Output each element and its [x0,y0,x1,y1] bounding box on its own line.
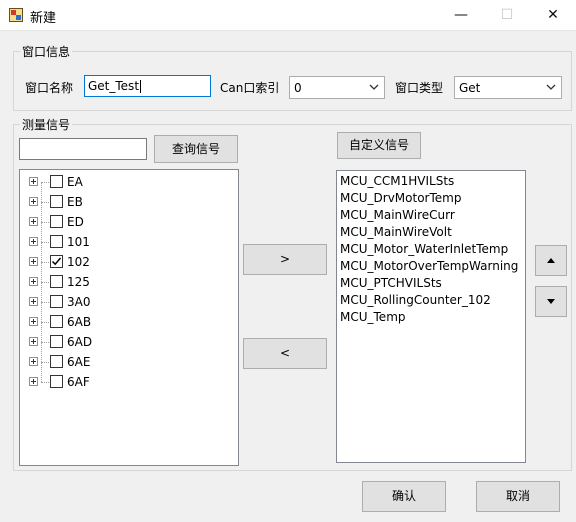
tree-connector [41,282,49,283]
minimize-button[interactable]: — [438,0,484,31]
tree-connector [41,182,49,183]
list-item[interactable]: MCU_Temp [340,310,406,324]
add-signal-button[interactable]: > [243,244,327,275]
tree-node-label: 6AE [67,355,91,369]
tree-node-checkbox[interactable] [50,335,63,348]
tree-node-label: 125 [67,275,90,289]
tree-node-checkbox[interactable] [50,255,63,268]
window-type-select[interactable]: Get [454,76,562,99]
triangle-down-icon [547,299,555,304]
custom-signal-button[interactable]: 自定义信号 [337,132,421,159]
tree-node-checkbox[interactable] [50,275,63,288]
list-item[interactable]: MCU_MainWireVolt [340,225,452,239]
tree-connector [41,262,49,263]
triangle-up-icon [547,258,555,263]
chevron-down-icon [546,84,556,90]
tree-connector [41,242,49,243]
tree-node-label: EB [67,195,83,209]
tree-node-label: 3A0 [67,295,91,309]
tree-node-label: ED [67,215,84,229]
chevron-down-icon [369,84,379,90]
tree-node-checkbox[interactable] [50,215,63,228]
list-item[interactable]: MCU_Motor_WaterInletTemp [340,242,508,256]
tree-node-checkbox[interactable] [50,295,63,308]
ok-button[interactable]: 确认 [362,481,446,512]
window-name-value: Get_Test [88,79,140,93]
tree-node-checkbox[interactable] [50,235,63,248]
cancel-button[interactable]: 取消 [476,481,560,512]
expand-icon[interactable] [29,357,38,366]
window-title: 新建 [30,11,57,26]
tree-connector [41,382,49,383]
list-item[interactable]: MCU_CCM1HVILSts [340,174,454,188]
expand-icon[interactable] [29,237,38,246]
close-button[interactable]: ✕ [530,0,576,31]
window-name-input[interactable]: Get_Test [84,75,211,97]
tree-connector [41,222,49,223]
signal-group-title: 测量信号 [20,116,73,133]
expand-icon[interactable] [29,277,38,286]
tree-connector [41,302,49,303]
tree-connector [41,342,49,343]
tree-connector [41,202,49,203]
remove-signal-button[interactable]: < [243,338,327,369]
list-item[interactable]: MCU_PTCHVILSts [340,276,442,290]
expand-icon[interactable] [29,317,38,326]
move-up-button[interactable] [535,245,567,276]
can-index-select[interactable]: 0 [289,76,385,99]
title-bar: 新建 — ☐ ✕ [0,0,576,31]
window-type-label: 窗口类型 [395,81,444,95]
tree-node-checkbox[interactable] [50,315,63,328]
window-info-group-title: 窗口信息 [20,43,73,60]
window-name-label: 窗口名称 [25,81,74,95]
tree-node-checkbox[interactable] [50,355,63,368]
can-index-value: 0 [294,81,302,95]
tree-node-checkbox[interactable] [50,375,63,388]
app-icon [9,8,23,22]
can-index-label: Can口索引 [220,81,280,95]
search-signal-button[interactable]: 查询信号 [154,135,238,163]
tree-connector [41,362,49,363]
maximize-button: ☐ [500,7,514,23]
tree-connector [41,322,49,323]
check-icon [51,257,62,266]
tree-node-label: EA [67,175,83,189]
tree-node-label: 101 [67,235,90,249]
expand-icon[interactable] [29,337,38,346]
expand-icon[interactable] [29,197,38,206]
tree-node-checkbox[interactable] [50,175,63,188]
expand-icon[interactable] [29,377,38,386]
list-item[interactable]: MCU_RollingCounter_102 [340,293,491,307]
expand-icon[interactable] [29,257,38,266]
tree-node-label: 6AF [67,375,90,389]
expand-icon[interactable] [29,297,38,306]
expand-icon[interactable] [29,217,38,226]
tree-node-label: 6AB [67,315,92,329]
tree-node-label: 102 [67,255,90,269]
expand-icon[interactable] [29,177,38,186]
list-item[interactable]: MCU_MotorOverTempWarning [340,259,518,273]
text-caret [140,80,142,93]
signal-search-input[interactable] [19,138,147,160]
selected-signals-list[interactable]: MCU_CCM1HVILSts MCU_DrvMotorTemp MCU_MainW… [336,170,526,463]
tree-node-checkbox[interactable] [50,195,63,208]
window-type-value: Get [459,81,481,95]
list-item[interactable]: MCU_MainWireCurr [340,208,455,222]
move-down-button[interactable] [535,286,567,317]
list-item[interactable]: MCU_DrvMotorTemp [340,191,461,205]
tree-node-label: 6AD [67,335,93,349]
signal-tree[interactable]: EA EB ED 101 102 125 3A0 6AB 6AD 6AE 6AF [19,169,239,466]
